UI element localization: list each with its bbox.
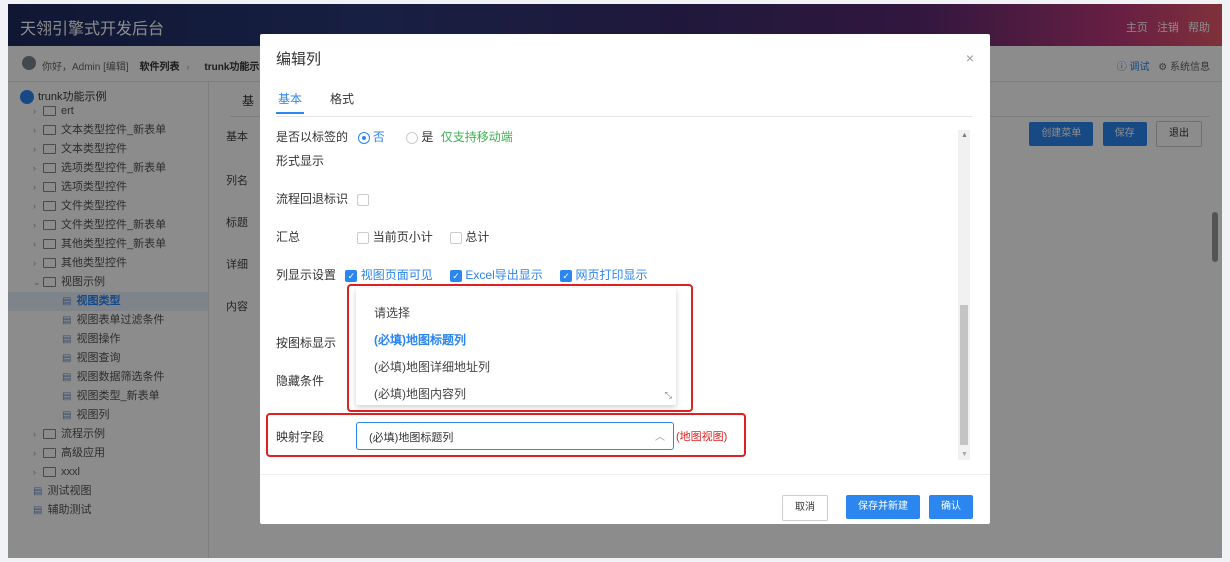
total-checkbox[interactable]: 总计 <box>450 230 489 244</box>
checkbox-icon <box>357 231 370 244</box>
highlight-box-dropdown <box>347 284 693 412</box>
confirm-button[interactable]: 确认 <box>929 495 973 519</box>
scroll-thumb[interactable] <box>960 305 968 445</box>
tab-format[interactable]: 格式 <box>330 90 354 107</box>
page-subtotal-checkbox[interactable]: 当前页小计 <box>357 230 433 244</box>
excel-export-label: Excel导出显示 <box>465 268 543 282</box>
view-visible-label: 视图页面可见 <box>360 268 433 282</box>
column-display-label: 列显示设置 <box>276 268 337 282</box>
check-icon: ✓ <box>560 269 573 282</box>
save-and-new-button[interactable]: 保存并新建 <box>846 495 920 519</box>
edit-column-modal: 编辑列 × 基本 格式 是否以标签的 否 是 仅支持移动端 形式显示 流程回退标… <box>260 34 990 524</box>
summary-label: 汇总 <box>276 230 301 244</box>
row-is-tab: 是否以标签的 否 是 仅支持移动端 <box>276 128 513 145</box>
flow-back-label: 流程回退标识 <box>276 192 349 206</box>
modal-footer: 取消 保存并新建 确认 <box>260 474 990 525</box>
modal-tabs: 基本 格式 <box>275 90 972 117</box>
mobile-only-note: 仅支持移动端 <box>440 130 513 144</box>
radio-unchecked-icon <box>406 131 419 144</box>
flow-back-checkbox[interactable] <box>357 193 370 206</box>
web-print-label: 网页打印显示 <box>575 268 648 282</box>
radio-yes[interactable]: 是 <box>406 130 433 144</box>
row-summary: 汇总 当前页小计 总计 <box>276 228 489 245</box>
total-label: 总计 <box>465 230 490 244</box>
tab-basic[interactable]: 基本 <box>275 90 305 114</box>
scroll-up-icon[interactable]: ▲ <box>961 132 968 139</box>
scroll-down-icon[interactable]: ▼ <box>961 451 968 458</box>
hide-condition-label: 隐藏条件 <box>276 374 325 388</box>
radio-no[interactable]: 否 <box>359 130 385 144</box>
row-column-display: 列显示设置 ✓ 视图页面可见 ✓ Excel导出显示 ✓ 网页打印显示 <box>276 266 647 283</box>
icon-display-label: 按图标显示 <box>276 336 337 350</box>
modal-title: 编辑列 <box>276 51 322 68</box>
is-tab-label-line2: 形式显示 <box>276 154 325 168</box>
check-icon: ✓ <box>450 269 463 282</box>
is-tab-label: 是否以标签的 <box>276 130 349 144</box>
row-flow-back: 流程回退标识 <box>276 190 370 207</box>
radio-checked-icon <box>359 132 370 143</box>
excel-export-checkbox[interactable]: ✓ Excel导出显示 <box>450 268 543 282</box>
checkbox-icon <box>450 231 463 244</box>
check-icon: ✓ <box>345 269 358 282</box>
radio-no-label: 否 <box>372 130 385 144</box>
modal-scrollbar[interactable]: ▲ ▼ <box>958 130 970 460</box>
cancel-button[interactable]: 取消 <box>782 495 828 521</box>
view-visible-checkbox[interactable]: ✓ 视图页面可见 <box>345 268 433 282</box>
radio-yes-label: 是 <box>421 130 434 144</box>
page-subtotal-label: 当前页小计 <box>372 230 433 244</box>
web-print-checkbox[interactable]: ✓ 网页打印显示 <box>560 268 647 282</box>
close-icon[interactable]: × <box>966 50 974 66</box>
highlight-box-mapping <box>266 413 746 457</box>
app-window: 天翎引擎式开发后台 主页 注销 帮助 你好，Admin [编辑] 软件列表 › … <box>8 4 1222 558</box>
